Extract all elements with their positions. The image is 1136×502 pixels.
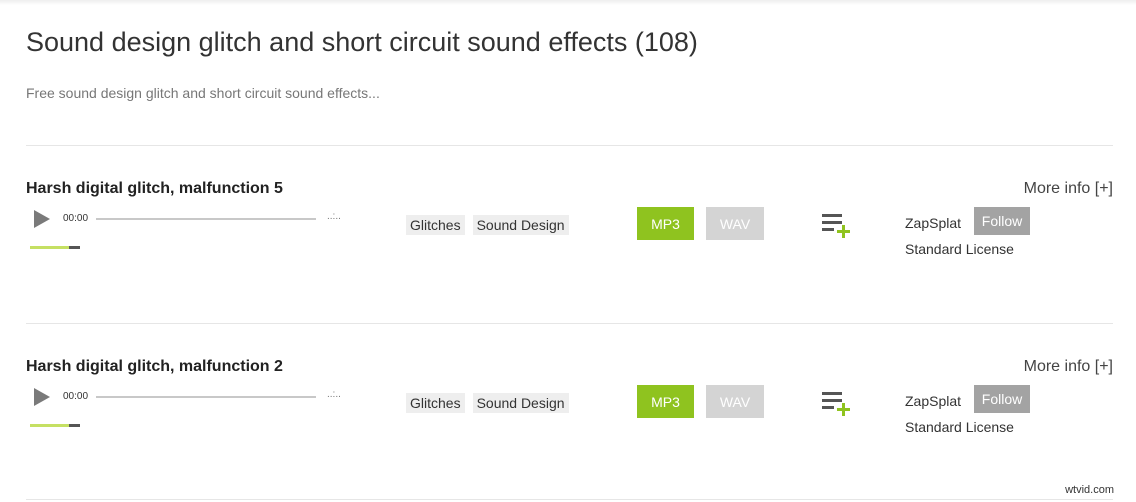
volume-level	[30, 246, 69, 249]
download-wav-button[interactable]: WAV	[706, 385, 764, 418]
sound-item: Harsh digital glitch, malfunction 2 More…	[0, 358, 1136, 478]
add-to-playlist-button[interactable]	[822, 212, 852, 240]
play-icon	[34, 210, 50, 228]
tag-sound-design[interactable]: Sound Design	[472, 393, 569, 413]
author-name[interactable]: ZapSplat	[905, 215, 961, 231]
page-title: Sound design glitch and short circuit so…	[26, 27, 698, 57]
page-description: Free sound design glitch and short circu…	[26, 85, 380, 101]
tag-list: Glitches Sound Design	[406, 393, 569, 413]
top-shadow	[0, 0, 1136, 5]
license-label: Standard License	[905, 419, 1014, 435]
follow-button[interactable]: Follow	[974, 207, 1030, 235]
more-info-link[interactable]: More info [+]	[1024, 180, 1113, 198]
watermark: wtvid.com	[1065, 484, 1114, 496]
divider	[26, 145, 1113, 146]
playlist-add-icon	[822, 214, 850, 238]
progress-bar[interactable]	[96, 396, 316, 398]
play-button[interactable]	[34, 388, 50, 406]
sound-title: Harsh digital glitch, malfunction 2	[26, 358, 283, 375]
current-time: 00:00	[63, 391, 89, 402]
play-button[interactable]	[34, 210, 50, 228]
tag-list: Glitches Sound Design	[406, 215, 569, 235]
author-name[interactable]: ZapSplat	[905, 393, 961, 409]
volume-level	[30, 424, 69, 427]
play-icon	[34, 388, 50, 406]
volume-slider[interactable]	[30, 246, 80, 249]
tag-glitches[interactable]: Glitches	[406, 215, 465, 235]
add-to-playlist-button[interactable]	[822, 390, 852, 418]
tag-glitches[interactable]: Glitches	[406, 393, 465, 413]
download-mp3-button[interactable]: MP3	[637, 207, 694, 240]
volume-slider[interactable]	[30, 424, 80, 427]
more-info-link[interactable]: More info [+]	[1024, 358, 1113, 376]
sound-title: Harsh digital glitch, malfunction 5	[26, 180, 283, 197]
total-time: ..:..	[327, 211, 341, 222]
current-time: 00:00	[63, 213, 89, 224]
divider	[26, 323, 1113, 324]
divider	[26, 499, 1113, 500]
progress-bar[interactable]	[96, 218, 316, 220]
playlist-add-icon	[822, 392, 850, 416]
total-time: ..:..	[327, 389, 341, 400]
follow-button[interactable]: Follow	[974, 385, 1030, 413]
download-mp3-button[interactable]: MP3	[637, 385, 694, 418]
license-label: Standard License	[905, 241, 1014, 257]
sound-item: Harsh digital glitch, malfunction 5 More…	[0, 180, 1136, 300]
download-wav-button[interactable]: WAV	[706, 207, 764, 240]
tag-sound-design[interactable]: Sound Design	[472, 215, 569, 235]
